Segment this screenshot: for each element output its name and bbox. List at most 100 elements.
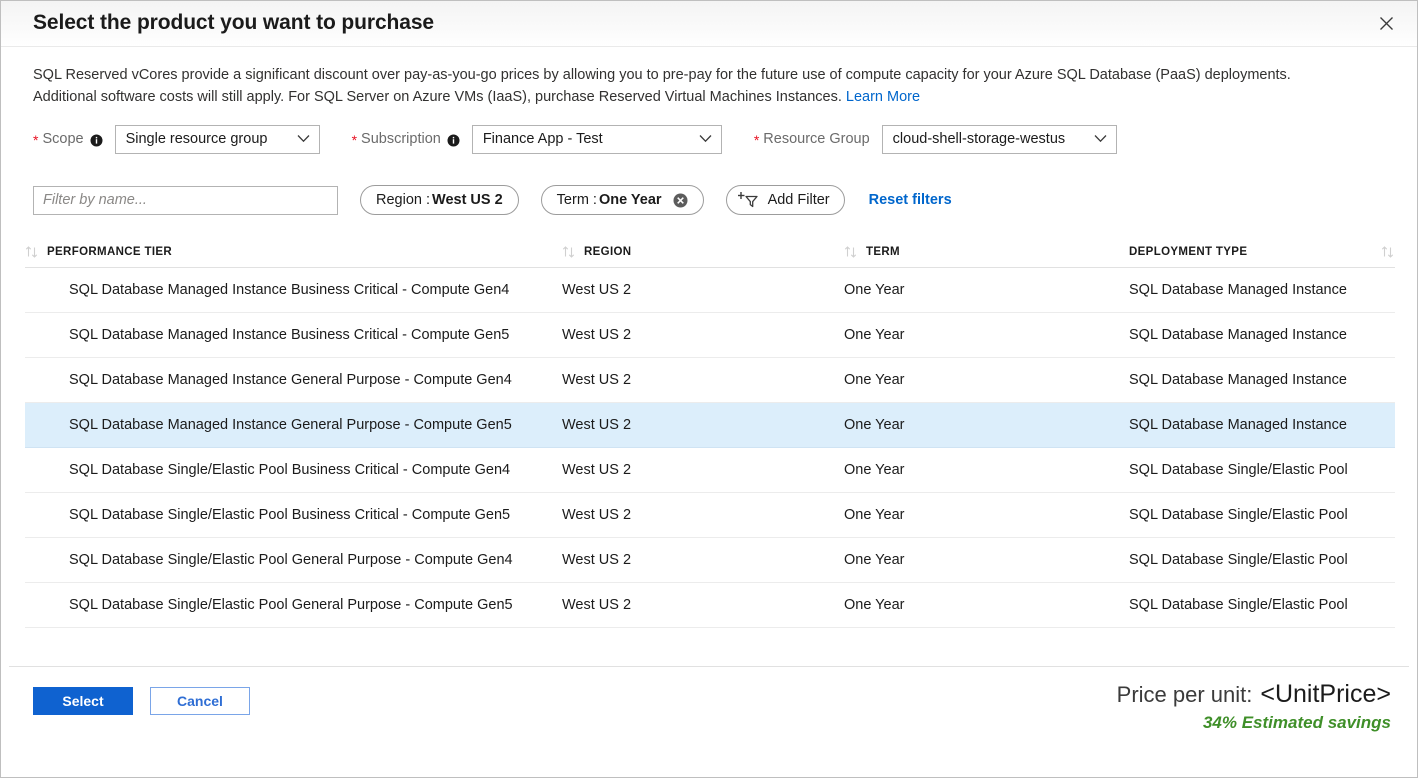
cell-term: One Year: [844, 537, 1129, 582]
close-button[interactable]: [1369, 7, 1403, 39]
table-row[interactable]: SQL Database Single/Elastic Pool General…: [25, 537, 1395, 582]
table-row[interactable]: SQL Database Single/Elastic Pool General…: [25, 582, 1395, 627]
scope-select[interactable]: Single resource group: [115, 125, 320, 154]
table-row[interactable]: SQL Database Managed Instance General Pu…: [25, 357, 1395, 402]
description-text: SQL Reserved vCores provide a significan…: [33, 67, 1291, 105]
cell-term: One Year: [844, 447, 1129, 492]
dialog-description: SQL Reserved vCores provide a significan…: [33, 64, 1333, 108]
price-per-unit-line: Price per unit: <UnitPrice>: [1117, 679, 1391, 710]
table-row[interactable]: SQL Database Single/Elastic Pool Busines…: [25, 492, 1395, 537]
resource-group-label: Resource Group: [763, 131, 869, 147]
sort-ascending-descending-icon[interactable]: [844, 246, 866, 258]
scope-select-value: Single resource group: [126, 131, 268, 147]
remove-filter-icon[interactable]: [673, 193, 688, 208]
learn-more-link[interactable]: Learn More: [846, 89, 920, 105]
column-header-region-label: REGION: [584, 246, 631, 258]
cell-region: West US 2: [562, 447, 844, 492]
filter-pill-term-value: One Year: [599, 192, 662, 208]
price-per-unit-value: <UnitPrice>: [1260, 680, 1391, 708]
add-filter-button[interactable]: Add Filter: [726, 185, 845, 215]
subscription-label: Subscription: [361, 131, 441, 147]
column-header-performance-tier[interactable]: PERFORMANCE TIER: [25, 235, 562, 267]
cell-performance-tier: SQL Database Single/Elastic Pool Busines…: [25, 447, 562, 492]
cell-region: West US 2: [562, 537, 844, 582]
cell-region: West US 2: [562, 357, 844, 402]
purchase-product-dialog: Select the product you want to purchase …: [0, 0, 1418, 778]
column-header-deployment-type-label: DEPLOYMENT TYPE: [1129, 246, 1247, 258]
cell-term: One Year: [844, 582, 1129, 627]
cell-deployment-type: SQL Database Managed Instance: [1129, 267, 1395, 312]
table-row[interactable]: SQL Database Managed Instance Business C…: [25, 312, 1395, 357]
filter-pill-term[interactable]: Term : One Year: [541, 185, 704, 215]
search-input[interactable]: [33, 186, 338, 215]
sort-ascending-descending-icon[interactable]: [1373, 246, 1395, 258]
dialog-footer: Select Cancel Price per unit: <UnitPrice>…: [1, 667, 1417, 777]
info-icon[interactable]: [90, 134, 103, 147]
cell-deployment-type: SQL Database Managed Instance: [1129, 402, 1395, 447]
cell-performance-tier: SQL Database Managed Instance Business C…: [25, 312, 562, 357]
scope-label-group: * Scope: [33, 131, 103, 147]
scope-selection-row: * Scope Single resource group * Subscrip…: [33, 124, 1417, 154]
subscription-select[interactable]: Finance App - Test: [472, 125, 722, 154]
chevron-down-icon: [297, 131, 310, 147]
cell-region: West US 2: [562, 312, 844, 357]
chevron-down-icon: [699, 131, 712, 147]
cell-performance-tier: SQL Database Managed Instance Business C…: [25, 267, 562, 312]
cell-deployment-type: SQL Database Single/Elastic Pool: [1129, 492, 1395, 537]
resource-group-label-group: * Resource Group: [754, 131, 870, 147]
sort-ascending-descending-icon[interactable]: [562, 246, 584, 258]
products-table: PERFORMANCE TIER: [25, 235, 1395, 628]
cancel-button[interactable]: Cancel: [150, 687, 250, 715]
filter-pill-region[interactable]: Region : West US 2: [360, 185, 519, 215]
cell-deployment-type: SQL Database Managed Instance: [1129, 357, 1395, 402]
cell-performance-tier: SQL Database Single/Elastic Pool General…: [25, 582, 562, 627]
resource-group-select-value: cloud-shell-storage-westus: [893, 131, 1065, 147]
cell-deployment-type: SQL Database Single/Elastic Pool: [1129, 537, 1395, 582]
cell-term: One Year: [844, 312, 1129, 357]
column-header-term[interactable]: TERM: [844, 235, 1129, 267]
cell-region: West US 2: [562, 492, 844, 537]
chevron-down-icon: [1094, 131, 1107, 147]
filter-toolbar: Region : West US 2 Term : One Year: [33, 185, 1417, 215]
close-icon: [1379, 16, 1394, 31]
cell-term: One Year: [844, 357, 1129, 402]
products-table-container: PERFORMANCE TIER: [25, 235, 1393, 666]
reset-filters-link[interactable]: Reset filters: [869, 192, 952, 208]
cell-term: One Year: [844, 267, 1129, 312]
resource-group-required-marker: *: [754, 133, 759, 147]
table-header-row: PERFORMANCE TIER: [25, 235, 1395, 267]
info-icon[interactable]: [447, 134, 460, 147]
scope-required-marker: *: [33, 133, 38, 147]
estimated-savings: 34% Estimated savings: [1117, 713, 1391, 733]
cell-term: One Year: [844, 402, 1129, 447]
table-body: SQL Database Managed Instance Business C…: [25, 267, 1395, 627]
table-row[interactable]: SQL Database Managed Instance Business C…: [25, 267, 1395, 312]
cell-performance-tier: SQL Database Single/Elastic Pool Busines…: [25, 492, 562, 537]
cell-region: West US 2: [562, 267, 844, 312]
column-header-performance-tier-label: PERFORMANCE TIER: [47, 246, 172, 258]
scope-label: Scope: [42, 131, 83, 147]
price-summary: Price per unit: <UnitPrice> 34% Estimated…: [1117, 679, 1391, 733]
filter-pill-term-key: Term :: [557, 192, 597, 208]
column-header-deployment-type[interactable]: DEPLOYMENT TYPE: [1129, 235, 1395, 267]
select-button[interactable]: Select: [33, 687, 133, 715]
table-row[interactable]: SQL Database Single/Elastic Pool Busines…: [25, 447, 1395, 492]
table-row[interactable]: SQL Database Managed Instance General Pu…: [25, 402, 1395, 447]
cell-deployment-type: SQL Database Managed Instance: [1129, 312, 1395, 357]
column-header-region[interactable]: REGION: [562, 235, 844, 267]
add-filter-icon: [738, 190, 760, 210]
cell-performance-tier: SQL Database Single/Elastic Pool General…: [25, 537, 562, 582]
resource-group-select[interactable]: cloud-shell-storage-westus: [882, 125, 1117, 154]
price-per-unit-label: Price per unit:: [1117, 682, 1253, 707]
subscription-select-value: Finance App - Test: [483, 131, 603, 147]
subscription-required-marker: *: [352, 133, 357, 147]
sort-ascending-descending-icon[interactable]: [25, 246, 47, 258]
filter-pill-region-value: West US 2: [432, 192, 503, 208]
dialog-header: Select the product you want to purchase: [1, 1, 1417, 47]
table-header: PERFORMANCE TIER: [25, 235, 1395, 267]
cell-deployment-type: SQL Database Single/Elastic Pool: [1129, 582, 1395, 627]
filter-pill-region-key: Region :: [376, 192, 430, 208]
cell-performance-tier: SQL Database Managed Instance General Pu…: [25, 402, 562, 447]
cell-region: West US 2: [562, 402, 844, 447]
column-header-term-label: TERM: [866, 246, 900, 258]
